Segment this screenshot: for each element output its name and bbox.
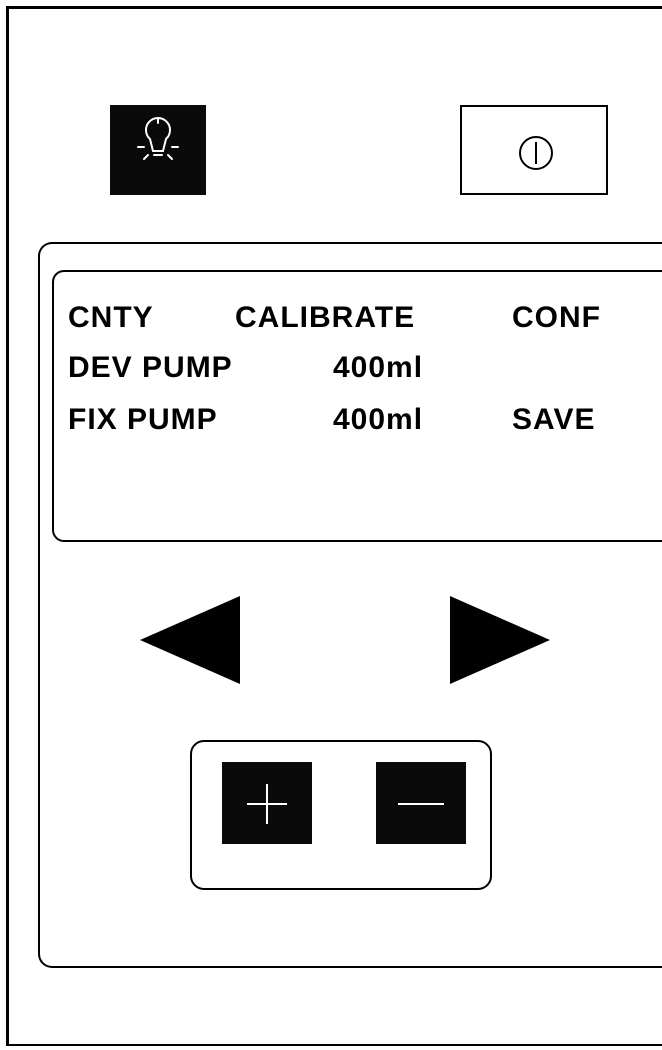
left-arrow-button[interactable] [138,594,242,686]
plus-button[interactable] [222,762,312,844]
light-bulb-icon [137,117,179,160]
menu-conf: CONF [512,301,601,334]
dev-pump-value: 400ml [333,351,424,384]
power-button[interactable] [460,105,608,195]
right-arrow-icon [450,596,550,684]
plus-icon [247,784,287,824]
power-icon [519,136,553,170]
left-arrow-icon [140,596,240,684]
fix-pump-value: 400ml [333,403,424,436]
menu-cnty: CNTY [68,301,154,334]
right-arrow-button[interactable] [448,594,552,686]
minus-icon [398,803,444,805]
light-button[interactable] [110,105,206,195]
minus-button[interactable] [376,762,466,844]
dev-pump-label: DEV PUMP [68,351,233,384]
menu-calibrate: CALIBRATE [235,301,416,334]
fix-pump-label: FIX PUMP [68,403,218,436]
menu-save: SAVE [512,403,596,436]
